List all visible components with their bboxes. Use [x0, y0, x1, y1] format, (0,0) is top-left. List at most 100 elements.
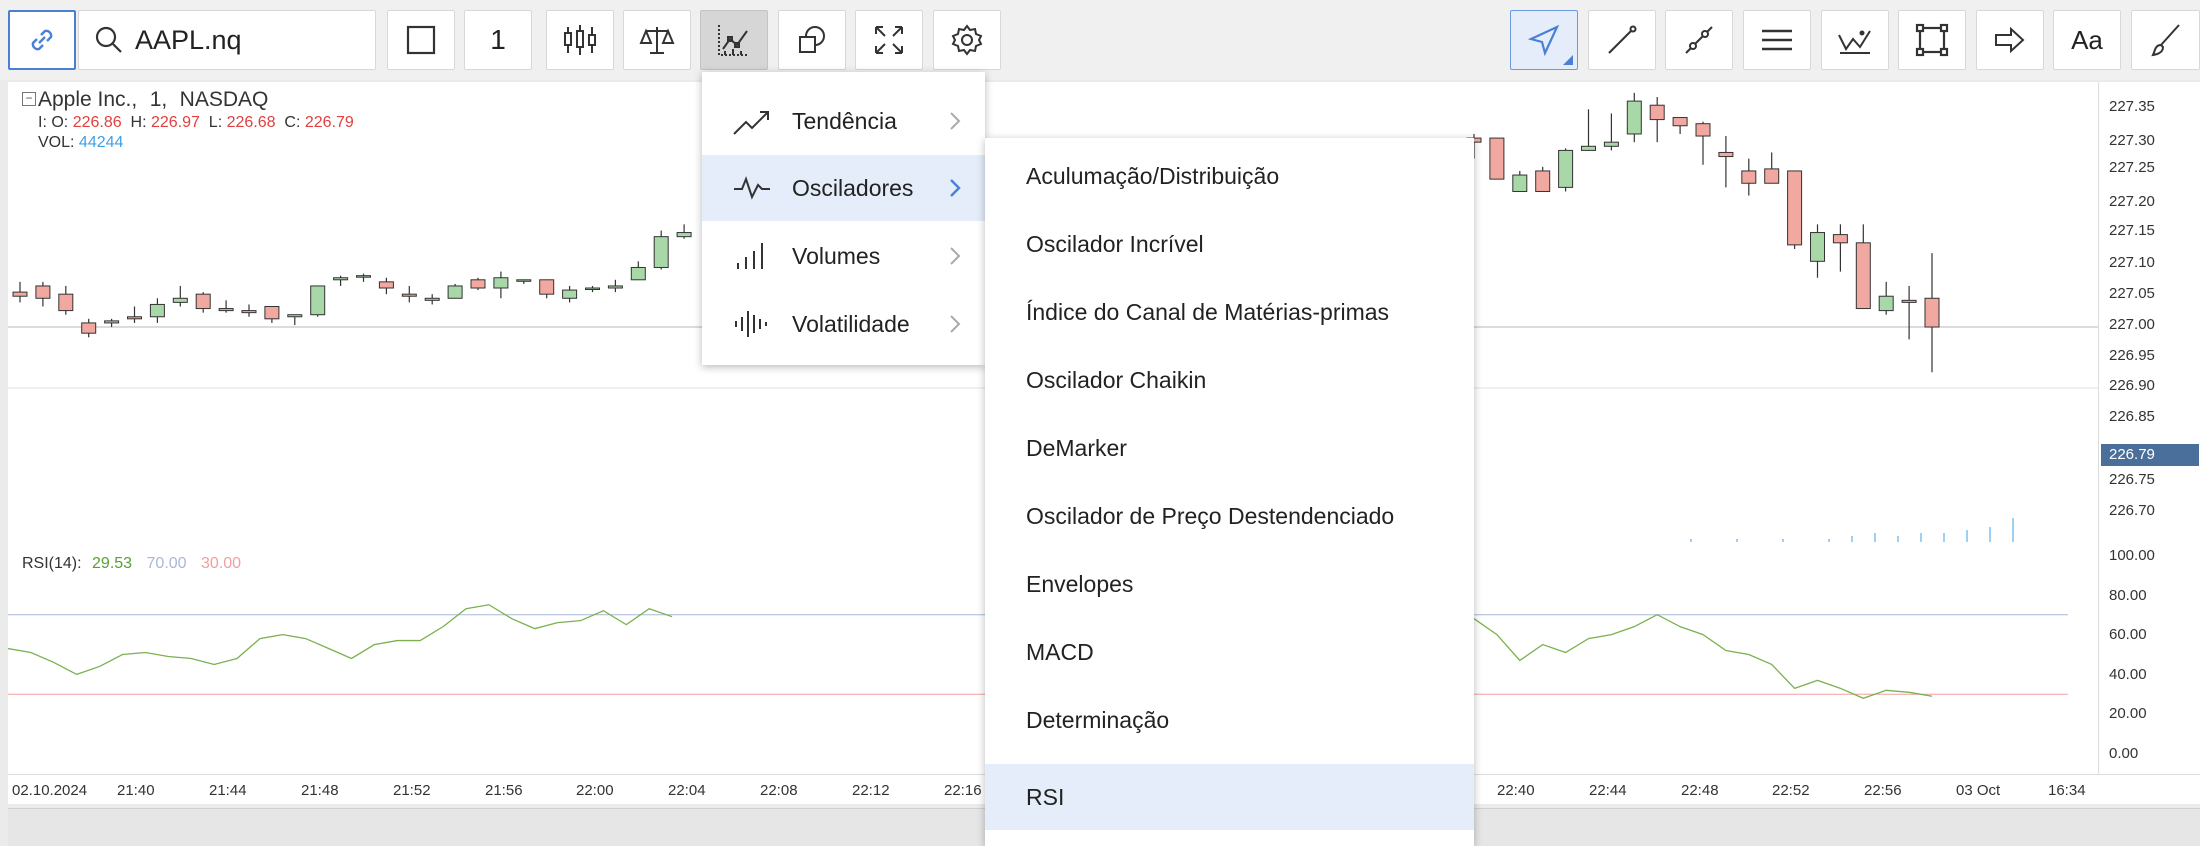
rsi-label: RSI(14): [22, 555, 82, 572]
candle-body [104, 320, 120, 324]
candle-body [1878, 295, 1894, 312]
oscillator-icon [734, 176, 770, 200]
text-tool-button[interactable]: Aa [2053, 10, 2121, 70]
volatility-icon [735, 311, 767, 337]
time-tick: 02.10.2024 [12, 782, 88, 799]
menu-item-label: Índice do Canal de Matérias-primas [1026, 298, 1390, 325]
collapse-legend-button[interactable]: − [22, 92, 36, 106]
line-tool-button[interactable] [1588, 10, 1656, 70]
fullscreen-button[interactable] [855, 10, 923, 70]
candle-body [1512, 174, 1528, 192]
menu-item-label: Aculumação/Distribuição [1026, 162, 1280, 189]
candle-body [1764, 168, 1780, 184]
chart-interval: 1, [149, 88, 168, 111]
candle-body [539, 279, 555, 295]
menu-item-volatility[interactable]: Volatilidade [702, 291, 985, 357]
candle-body [1855, 242, 1871, 310]
chevron-right-icon [950, 179, 961, 197]
arrow-tool-button[interactable] [1976, 10, 2044, 70]
menu-item-detrended-price-oscillator[interactable]: Oscilador de Preço Destendenciado [985, 483, 1474, 549]
rsi-value: 29.53 [92, 555, 133, 572]
menu-item-label: Envelopes [1026, 570, 1134, 597]
menu-item-awesome-oscillator[interactable]: Oscilador Incrível [985, 211, 1474, 277]
menu-item-label: RSI [1026, 783, 1065, 810]
low-value: 226.68 [226, 114, 276, 131]
candle-body [630, 266, 646, 281]
candle-body [287, 314, 303, 318]
wave-tool-button[interactable] [1821, 10, 1889, 70]
cursor-tool-button[interactable] [1510, 10, 1578, 70]
menu-item-accumulation-distribution[interactable]: Aculumação/Distribuição [985, 143, 1474, 209]
text-icon: Aa [2071, 24, 2103, 55]
menu-item-volumes[interactable]: Volumes [702, 223, 985, 289]
volume-value: 44244 [78, 134, 124, 151]
price-tick: 227.20 [2109, 193, 2155, 210]
symbol-search[interactable] [78, 10, 376, 70]
brush-tool-button[interactable] [2131, 10, 2200, 70]
menu-item-envelopes[interactable]: Envelopes [985, 551, 1474, 617]
time-tick: 22:04 [668, 782, 706, 799]
exchange-name: NASDAQ [179, 88, 269, 111]
candle-body [310, 285, 326, 316]
rsi-tick: 20.00 [2109, 705, 2147, 722]
volume-row: VOL: 44244 [38, 134, 123, 152]
chart-frame-button[interactable] [387, 10, 455, 70]
link-icon [31, 29, 53, 51]
menu-item-demarker[interactable]: DeMarker [985, 415, 1474, 481]
candle-body [1558, 149, 1574, 188]
chart-type-button[interactable] [546, 10, 614, 70]
candle-body [195, 293, 211, 310]
candle-body [1626, 100, 1642, 135]
candle-body [1649, 104, 1665, 121]
menu-item-macd[interactable]: MACD [985, 619, 1474, 685]
main-toolbar: 1 [0, 0, 2200, 80]
candle-body [378, 281, 394, 289]
price-tick: 227.35 [2109, 98, 2155, 115]
menu-item-label: DeMarker [1026, 434, 1127, 461]
menu-item-commodity-channel-index[interactable]: Índice do Canal de Matérias-primas [985, 279, 1474, 345]
candle-body [35, 285, 51, 299]
menu-item-chaikin-oscillator[interactable]: Oscilador Chaikin [985, 347, 1474, 413]
ohlc-row: I: O: 226.86 H: 226.97 L: 226.68 C: 226.… [38, 114, 354, 132]
menu-item-rsi[interactable]: RSI [985, 764, 1474, 830]
time-tick: 22:48 [1681, 782, 1719, 799]
horizontal-lines-tool-button[interactable] [1743, 10, 1811, 70]
rectangle-tool-button[interactable] [1898, 10, 1966, 70]
time-tick: 21:56 [485, 782, 523, 799]
candle-body [58, 293, 74, 312]
candle-body [1695, 123, 1711, 137]
trading-app: 1 [0, 0, 2200, 846]
low-label: L: [208, 114, 223, 131]
interval-button[interactable]: 1 [464, 10, 532, 70]
menu-item-determination[interactable]: Determinação [985, 687, 1474, 753]
objects-button[interactable] [778, 10, 846, 70]
link-button[interactable] [8, 10, 76, 70]
settings-button[interactable] [933, 10, 1001, 70]
indicators-button[interactable] [700, 10, 768, 70]
rsi-oversold: 30.00 [201, 555, 242, 572]
candle-body [516, 279, 532, 282]
menu-item-label: Volumes [792, 242, 881, 269]
price-tick: 227.25 [2109, 159, 2155, 176]
price-tick: 226.70 [2109, 502, 2155, 519]
rectangle-icon [1915, 23, 1949, 57]
menu-item-label: Determinação [1026, 706, 1170, 733]
price-axis[interactable]: 227.35 227.30 227.25 227.20 227.15 227.1… [2098, 82, 2200, 774]
candle-body [1832, 234, 1848, 244]
symbol-input[interactable] [135, 24, 355, 56]
time-tick: 21:52 [393, 782, 431, 799]
compare-button[interactable] [623, 10, 691, 70]
menu-item-label: Osciladores [792, 174, 914, 201]
menu-item-oscillators[interactable]: Osciladores [702, 155, 985, 221]
line-icon [1608, 25, 1637, 54]
menu-item-trend[interactable]: Tendência [702, 88, 985, 154]
price-tick: 226.85 [2109, 408, 2155, 425]
rsi-tick: 0.00 [2109, 745, 2139, 762]
rsi-tick: 100.00 [2109, 547, 2155, 564]
candle-body [1581, 145, 1596, 151]
candle-body [585, 287, 600, 291]
time-tick: 22:12 [852, 782, 890, 799]
segment-icon [1685, 26, 1713, 54]
segment-tool-button[interactable] [1665, 10, 1733, 70]
candle-body [676, 232, 692, 238]
